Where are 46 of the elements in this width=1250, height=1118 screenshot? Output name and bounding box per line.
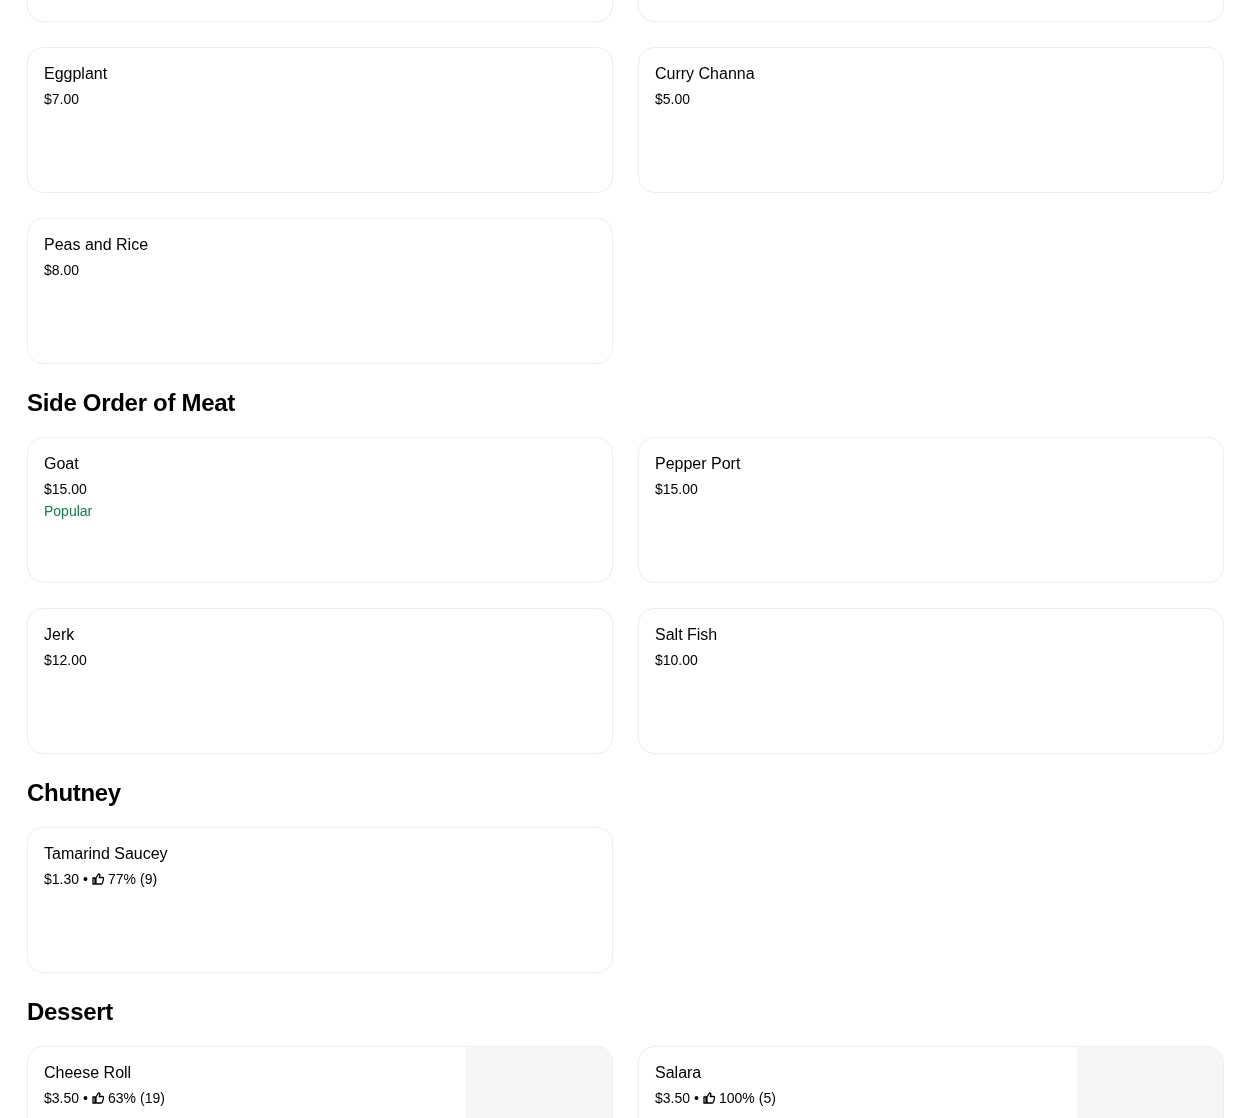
section-heading: Side Order of Meat — [27, 389, 236, 417]
thumbs-up-icon — [91, 873, 104, 885]
item-price: $3.50 — [655, 1089, 691, 1107]
menu-item-card[interactable]: Jerk $12.00 — [27, 608, 613, 754]
item-name: Cheese Roll — [44, 1063, 132, 1083]
rating-count: (19) — [140, 1089, 165, 1107]
item-price: $15.00 — [655, 480, 698, 498]
item-price: $5.00 — [655, 90, 691, 108]
item-name: Jerk — [44, 625, 75, 645]
menu-item-card[interactable]: Goat $15.00 Popular — [27, 437, 613, 583]
thumbs-up-icon — [91, 1092, 104, 1104]
item-price: $1.30 — [44, 870, 80, 888]
item-name: Salara — [655, 1063, 702, 1083]
menu-item-card[interactable]: Salara $3.50 • 100% (5) — [638, 1046, 1224, 1118]
item-price: $3.50 — [44, 1089, 80, 1107]
menu-item-card[interactable]: Eggplant $7.00 — [27, 47, 613, 193]
item-price: $7.00 — [44, 90, 80, 108]
separator-dot: • — [83, 1089, 88, 1107]
item-name: Eggplant — [44, 64, 108, 84]
item-price: $8.00 — [44, 261, 80, 279]
menu-item-card[interactable]: Peas and Rice $8.00 — [27, 218, 613, 364]
item-name: Tamarind Saucey — [44, 844, 168, 864]
item-price: $15.00 — [44, 480, 87, 498]
item-price: $10.00 — [655, 651, 698, 669]
menu-item-card[interactable]: Pepper Port $15.00 — [638, 437, 1224, 583]
item-price: $12.00 — [44, 651, 87, 669]
rating-count: (9) — [140, 870, 158, 888]
item-name: Curry Channa — [655, 64, 755, 84]
section-heading: Dessert — [27, 998, 114, 1026]
item-name: Goat — [44, 454, 79, 474]
separator-dot: • — [83, 870, 88, 888]
thumbs-up-icon — [702, 1092, 715, 1104]
menu-item-card[interactable]: Cheese Roll $3.50 • 63% (19) — [27, 1046, 613, 1118]
rating-percent: 63% — [107, 1089, 136, 1107]
menu-item-card[interactable]: Curry Channa $5.00 — [638, 47, 1224, 193]
item-name: Pepper Port — [655, 454, 741, 474]
item-name: Peas and Rice — [44, 235, 149, 255]
menu-item-card[interactable]: Tamarind Saucey $1.30 • 77% (9) — [27, 827, 613, 973]
popular-label: Popular — [44, 502, 93, 520]
rating-count: (5) — [758, 1089, 776, 1107]
separator-dot: • — [694, 1089, 699, 1107]
section-heading: Chutney — [27, 779, 122, 807]
rating-percent: 100% — [718, 1089, 755, 1107]
item-name: Salt Fish — [655, 625, 718, 645]
rating-percent: 77% — [107, 870, 136, 888]
menu-item-card[interactable]: Salt Fish $10.00 — [638, 608, 1224, 754]
